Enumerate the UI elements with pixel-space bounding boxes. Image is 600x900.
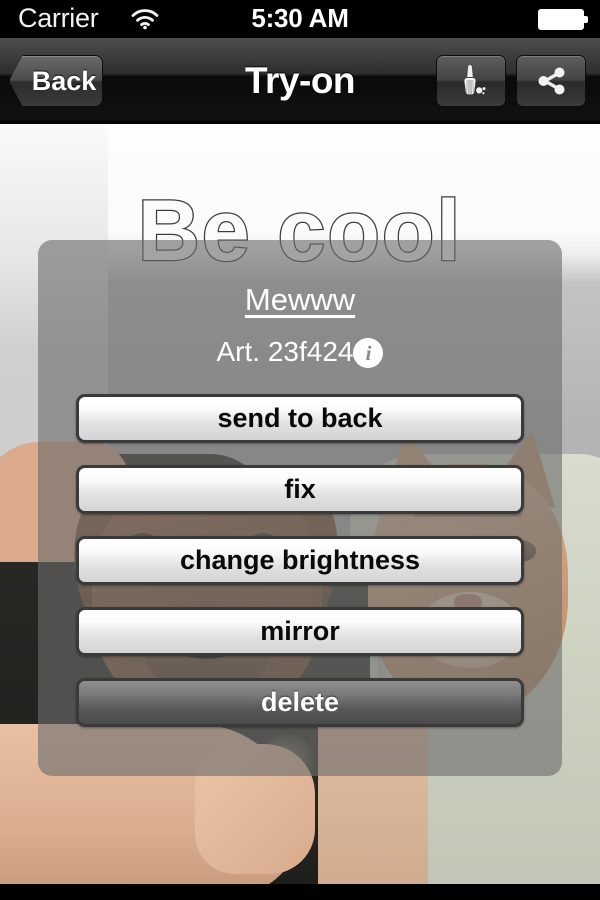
- brush-icon: [464, 65, 486, 95]
- article-row: Art. 23f424 i: [38, 336, 562, 368]
- action-button-list: send to back fix change brightness mirro…: [38, 394, 562, 727]
- bottom-bar: [0, 884, 600, 900]
- phone-screen: Be cool Mewww Art. 23f424 i send to back…: [0, 0, 600, 900]
- status-bar: Carrier 5:30 AM: [0, 0, 600, 38]
- change-brightness-button[interactable]: change brightness: [76, 536, 524, 585]
- share-button[interactable]: [516, 55, 586, 107]
- fix-button[interactable]: fix: [76, 465, 524, 514]
- sticker-action-panel: Mewww Art. 23f424 i send to back fix cha…: [38, 240, 562, 776]
- brush-button[interactable]: [436, 55, 506, 107]
- battery-icon: [538, 9, 588, 30]
- panel-title[interactable]: Mewww: [38, 282, 562, 318]
- mirror-button[interactable]: mirror: [76, 607, 524, 656]
- share-icon: [538, 67, 565, 95]
- navigation-bar: Back Try-on: [0, 38, 600, 124]
- article-number: Art. 23f424: [216, 336, 354, 367]
- status-time: 5:30 AM: [251, 3, 349, 33]
- page-title: Try-on: [244, 60, 356, 101]
- info-icon[interactable]: i: [353, 338, 384, 368]
- send-to-back-button[interactable]: send to back: [76, 394, 524, 443]
- delete-button[interactable]: delete: [76, 678, 524, 727]
